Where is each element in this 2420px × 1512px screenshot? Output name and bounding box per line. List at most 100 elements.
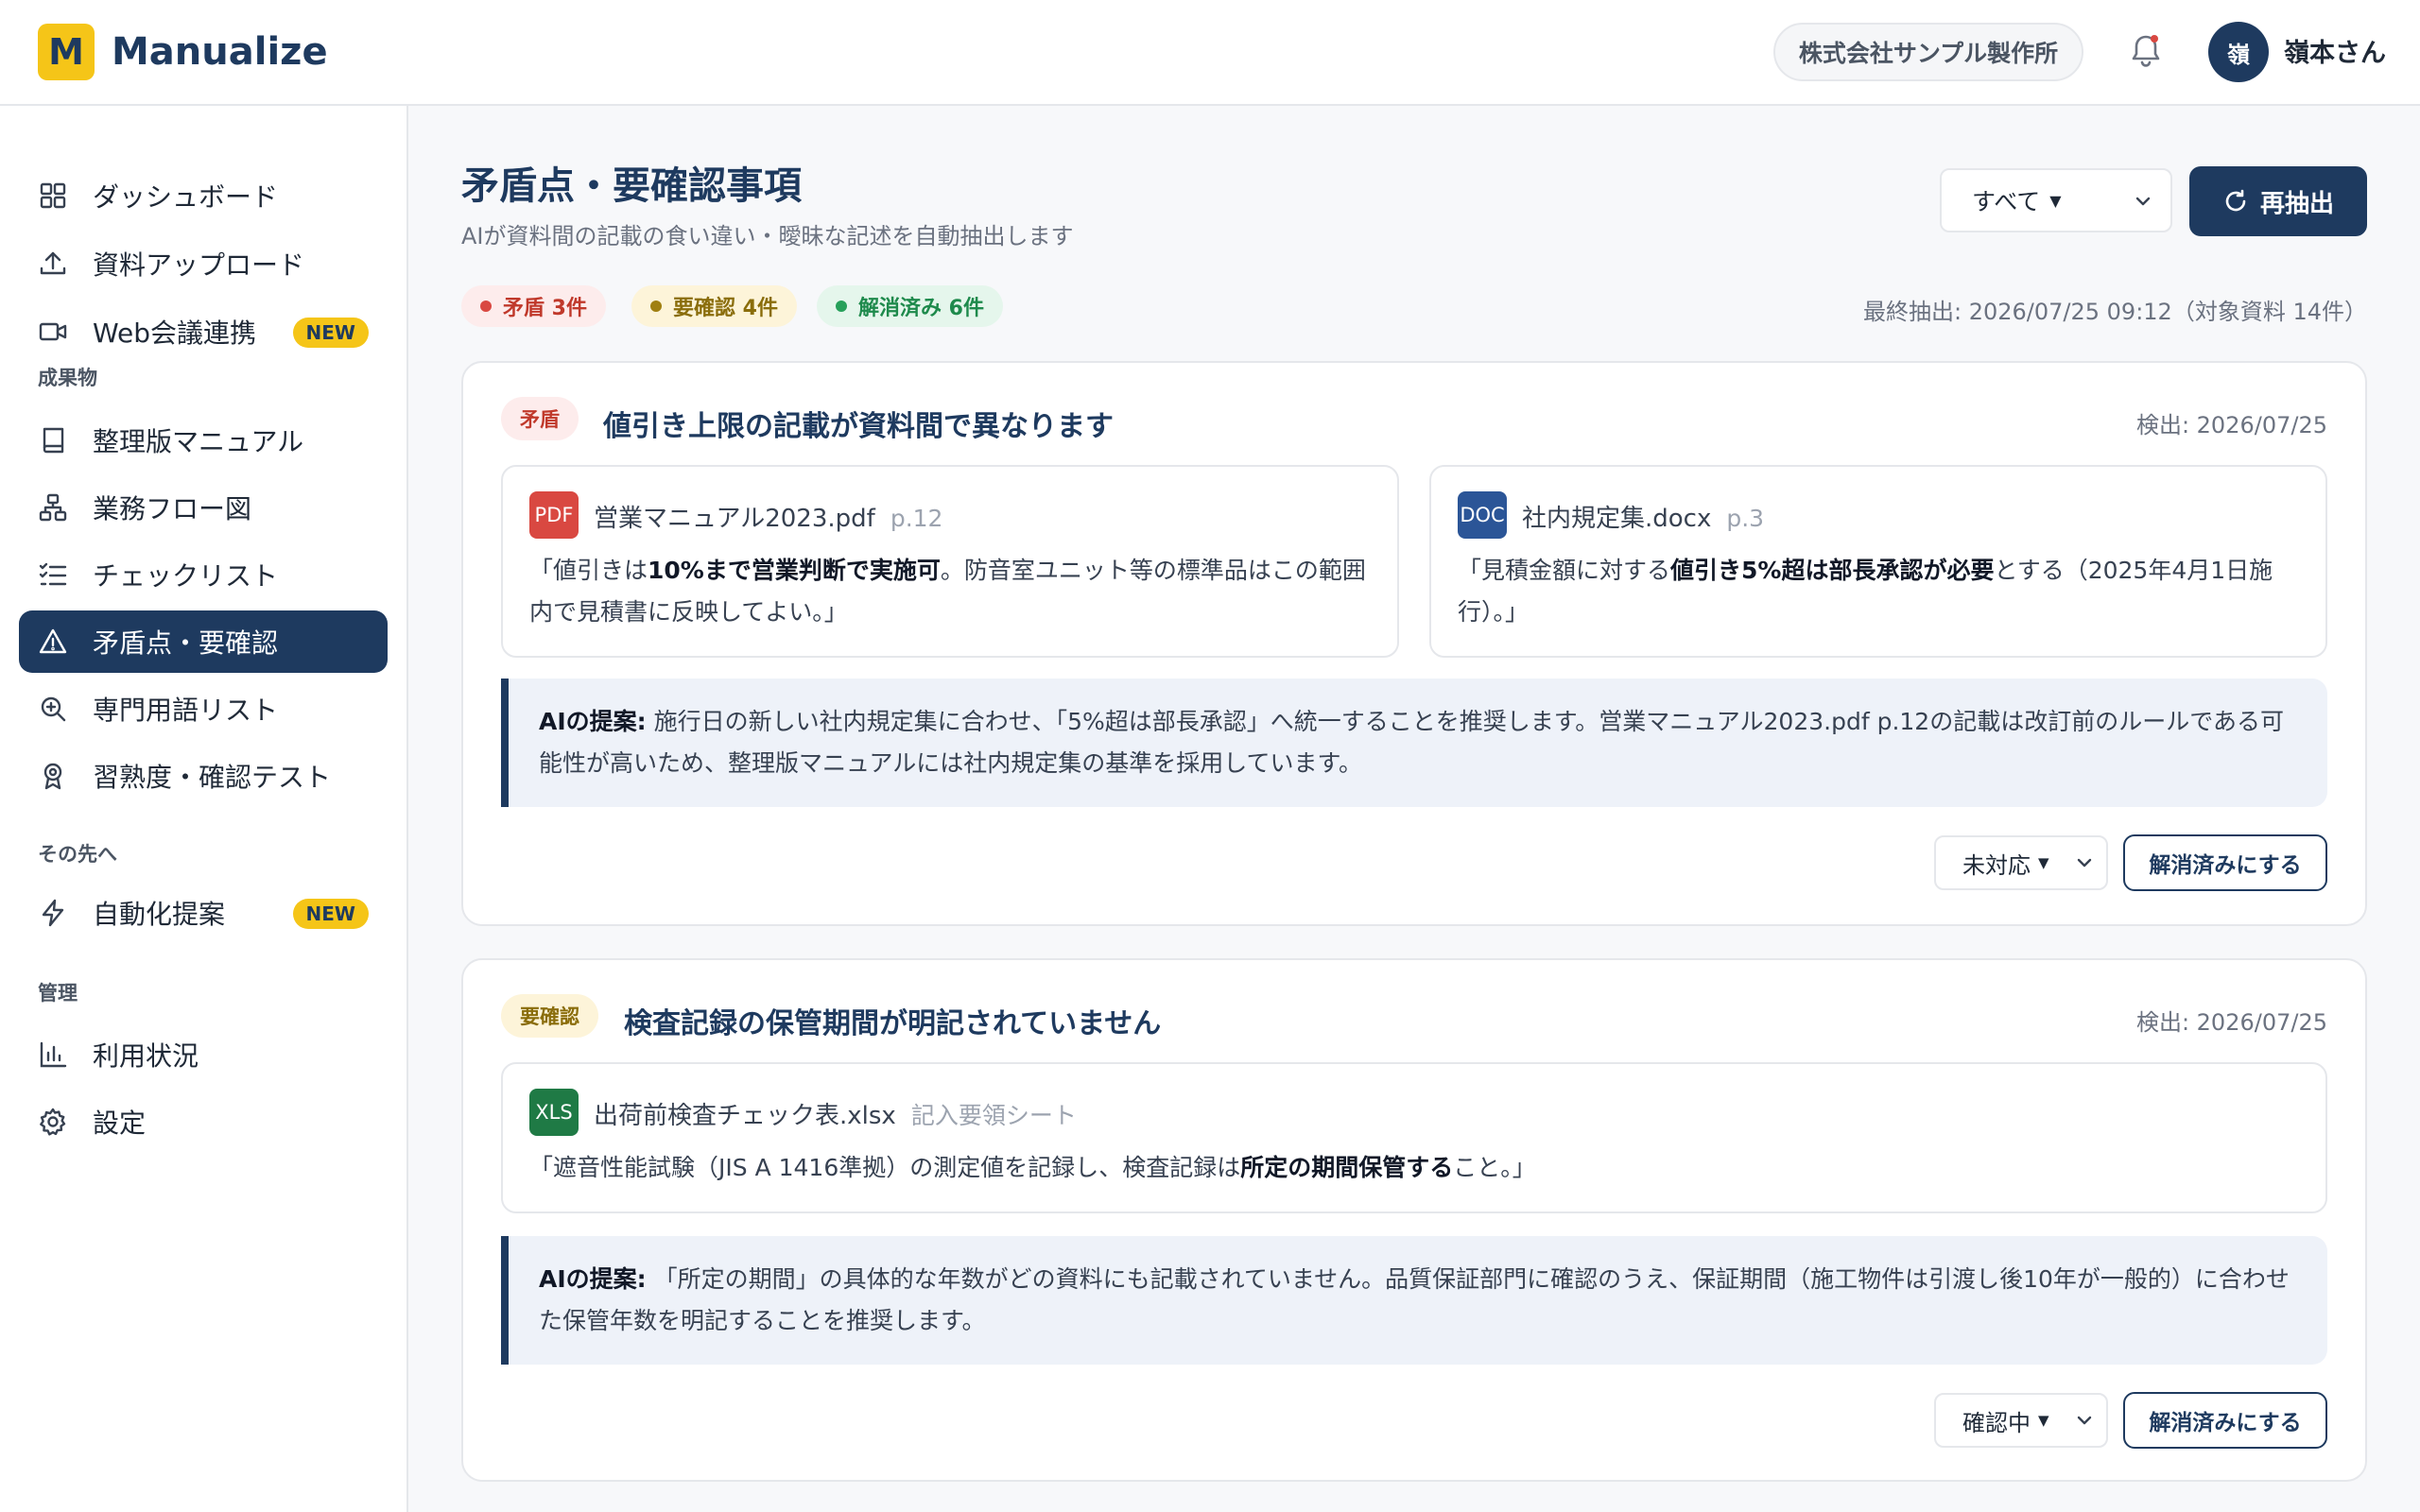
bar-chart-icon [40, 1041, 67, 1068]
caret-icon: ▼ [2038, 1412, 2049, 1429]
xls-file-icon: XLS [529, 1089, 579, 1136]
ai-suggestion-text: 施行日の新しい社内規定集に合わせ、「5%超は部長承認」へ統一することを推奨します… [539, 708, 2284, 777]
pdf-file-icon: PDF [529, 491, 579, 539]
source-page: p.3 [1726, 505, 1765, 532]
sidebar: ダッシュボード 資料アップロード Web会議連携 NEW 成果物 整理版マニュア… [0, 106, 408, 1512]
detected-date: 検出: 2026/07/25 [2135, 1009, 2327, 1036]
sidebar-item-web-meeting[interactable]: Web会議連携 NEW [19, 301, 388, 363]
checklist-icon [39, 562, 67, 586]
sidebar-item-settings[interactable]: 設定 [19, 1091, 388, 1153]
notification-bell-icon[interactable] [2125, 30, 2167, 72]
sidebar-item-contradictions[interactable]: 矛盾点・要確認 [19, 610, 388, 673]
source-excerpt: DOC 社内規定集.docx p.3 「見積金額に対する値引き5%超は部長承認が必… [1429, 465, 2327, 658]
section-label-outputs: 成果物 [38, 367, 97, 389]
mark-resolved-button[interactable]: 解消済みにする [2123, 834, 2327, 891]
issue-type-tag: 矛盾 [501, 397, 579, 440]
page-title: 矛盾点・要確認事項 [461, 164, 802, 208]
chevron-down-icon [2077, 858, 2092, 868]
caret-icon: ▼ [2038, 854, 2049, 871]
sidebar-item-proficiency[interactable]: 習熟度・確認テスト [19, 745, 388, 807]
pill-label: 要確認 4件 [673, 297, 778, 320]
sidebar-item-usage[interactable]: 利用状況 [19, 1023, 388, 1086]
sidebar-item-label: 業務フロー図 [93, 493, 252, 524]
source-file-name[interactable]: 営業マニュアル2023.pdf p.12 [594, 499, 942, 534]
source-file-name[interactable]: 社内規定集.docx p.3 [1522, 499, 1764, 534]
video-camera-icon [39, 322, 67, 341]
reextract-label: 再抽出 [2259, 189, 2334, 218]
chevron-down-icon [2135, 197, 2151, 206]
warning-triangle-icon [39, 628, 67, 654]
issue-title: 値引き上限の記載が資料間で異なります [603, 410, 1114, 443]
issue-type-tag: 要確認 [501, 994, 598, 1038]
sidebar-item-flow[interactable]: 業務フロー図 [19, 476, 388, 539]
status-dot [836, 301, 847, 312]
mark-resolved-button[interactable]: 解消済みにする [2123, 1392, 2327, 1449]
sidebar-item-dashboard[interactable]: ダッシュボード [19, 164, 388, 227]
sidebar-item-label: 資料アップロード [93, 249, 305, 281]
sidebar-item-label: チェックリスト [93, 560, 279, 592]
source-page: 記入要領シート [910, 1102, 1077, 1129]
sidebar-item-label: 整理版マニュアル [93, 426, 304, 457]
source-excerpt: PDF 営業マニュアル2023.pdf p.12 「値引きは10%まで営業判断で実… [501, 465, 1399, 658]
status-dot [650, 301, 662, 312]
pill-label: 解消済み 6件 [858, 297, 984, 320]
logo-mark: M [38, 24, 95, 80]
section-label-beyond: その先へ [38, 843, 117, 866]
sidebar-item-manual[interactable]: 整理版マニュアル [19, 409, 388, 472]
sidebar-item-label: ダッシュボード [93, 181, 279, 213]
sidebar-item-label: 習熟度・確認テスト [93, 762, 332, 793]
sidebar-item-label: 専門用語リスト [93, 695, 279, 726]
ai-suggestion-label: AIの提案: [539, 1265, 647, 1293]
company-switcher[interactable]: 株式会社サンプル製作所 [1773, 23, 2083, 81]
upload-icon [40, 251, 66, 275]
sidebar-item-glossary[interactable]: 専門用語リスト [19, 678, 388, 740]
refresh-icon [2225, 189, 2246, 212]
section-label-admin: 管理 [38, 982, 78, 1005]
filter-value: すべて [1972, 188, 2041, 215]
page-subtitle: AIが資料間の記載の食い違い・曖昧な記述を自動抽出します [461, 223, 1074, 249]
status-select[interactable]: 確認中 ▼ [1934, 1393, 2108, 1448]
ai-suggestion-text: 「所定の期間」の具体的な年数がどの資料にも記載されていません。品質保証部門に確認… [539, 1265, 2290, 1334]
reextract-button[interactable]: 再抽出 [2189, 166, 2367, 236]
status-value: 確認中 [1962, 1409, 2031, 1436]
filter-select[interactable]: すべて ▼ [1940, 168, 2172, 232]
source-quote: 「遮音性能試験（JIS A 1416準拠）の測定値を記録し、検査記録は所定の期間… [529, 1154, 1536, 1181]
source-file-name[interactable]: 出荷前検査チェック表.xlsx 記入要領シート [594, 1096, 1077, 1131]
book-icon [43, 427, 64, 454]
ai-suggestion: AIの提案: 施行日の新しい社内規定集に合わせ、「5%超は部長承認」へ統一するこ… [501, 679, 2327, 807]
last-extract-info: 最終抽出: 2026/07/25 09:12（対象資料 14件） [1862, 299, 2367, 325]
flow-diagram-icon [39, 493, 67, 522]
gear-icon [40, 1108, 66, 1136]
app-name: Manualize [112, 30, 328, 74]
sidebar-item-label: 自動化提案 [93, 899, 226, 930]
sidebar-item-automation[interactable]: 自動化提案 NEW [19, 882, 388, 944]
app-logo[interactable]: M Manualize [38, 23, 328, 81]
pill-label: 矛盾 3件 [503, 297, 587, 320]
lightning-icon [42, 899, 64, 927]
source-excerpt: XLS 出荷前検査チェック表.xlsx 記入要領シート 「遮音性能試験（JIS A… [501, 1062, 2327, 1213]
chevron-down-icon [2077, 1416, 2092, 1425]
issue-title: 検査記録の保管期間が明記されていません [624, 1007, 1162, 1040]
user-name[interactable]: 嶺本さん [2284, 32, 2386, 69]
sidebar-item-checklist[interactable]: チェックリスト [19, 543, 388, 606]
status-select[interactable]: 未対応 ▼ [1934, 835, 2108, 890]
ai-suggestion: AIの提案: 「所定の期間」の具体的な年数がどの資料にも記載されていません。品質… [501, 1236, 2327, 1365]
ai-suggestion-label: AIの提案: [539, 708, 647, 735]
detected-date: 検出: 2026/07/25 [2135, 412, 2327, 438]
needs-check-count-pill[interactable]: 要確認 4件 [631, 285, 797, 327]
source-quote: 「見積金額に対する値引き5%超は部長承認が必要とする（2025年4月1日施行）。… [1458, 557, 2273, 626]
new-badge: NEW [292, 899, 369, 929]
contradiction-count-pill[interactable]: 矛盾 3件 [461, 285, 606, 327]
sidebar-item-label: 利用状況 [93, 1040, 199, 1072]
resolved-count-pill[interactable]: 解消済み 6件 [817, 285, 1003, 327]
sidebar-item-upload[interactable]: 資料アップロード [19, 232, 388, 295]
award-icon [43, 763, 62, 790]
dashboard-grid-icon [40, 182, 66, 209]
user-avatar[interactable]: 嶺 [2208, 22, 2269, 82]
status-dot [480, 301, 492, 312]
source-page: p.12 [890, 505, 943, 532]
caret-icon: ▼ [2049, 191, 2062, 210]
doc-file-icon: DOC [1458, 491, 1507, 539]
status-value: 未対応 [1962, 851, 2031, 879]
search-glossary-icon [41, 696, 66, 722]
